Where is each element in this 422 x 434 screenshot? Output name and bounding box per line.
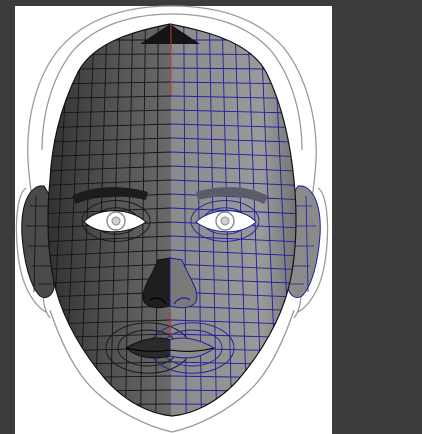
modeling-viewport[interactable] <box>0 0 422 434</box>
head-mesh-canvas[interactable] <box>0 0 422 434</box>
